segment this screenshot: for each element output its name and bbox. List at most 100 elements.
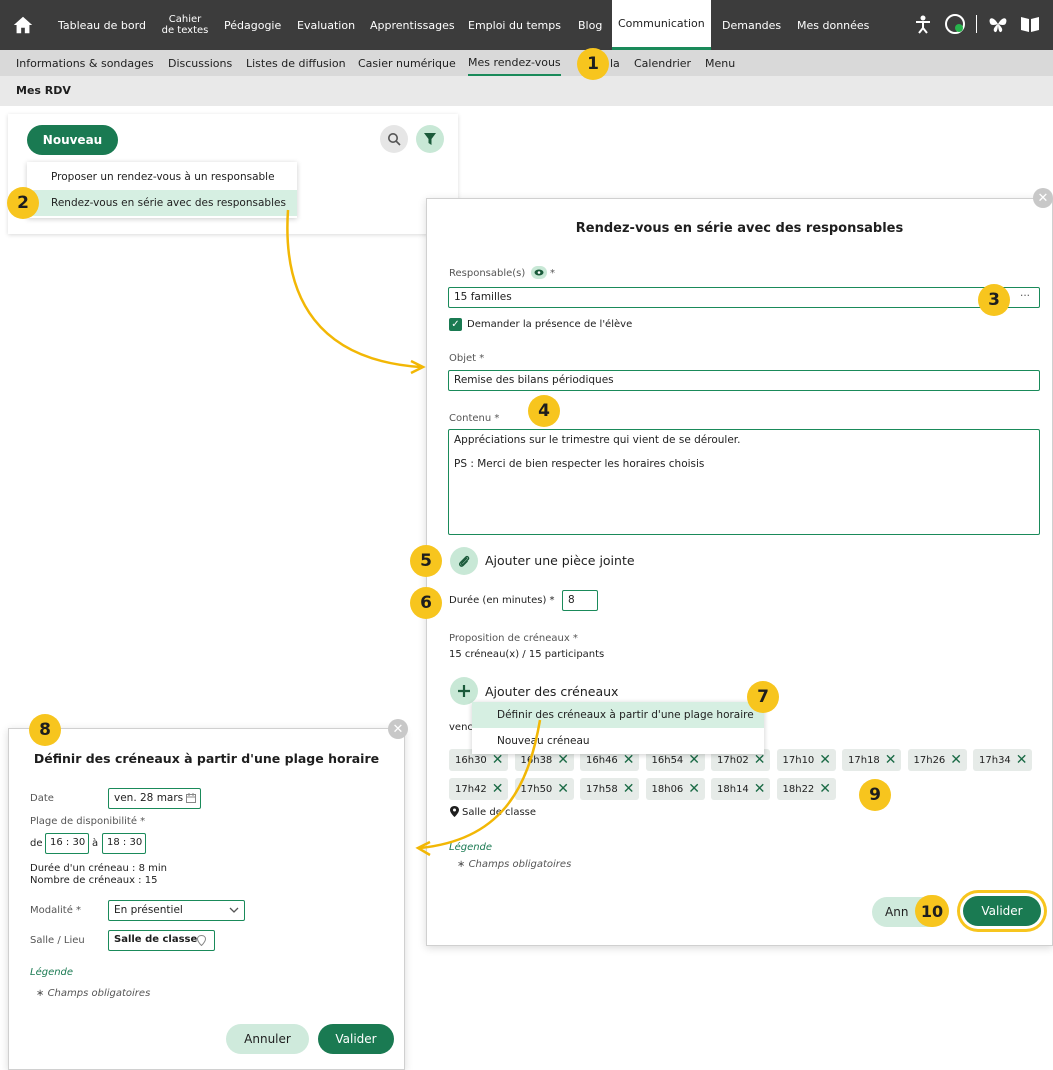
remove-slot-icon[interactable]: ✕ — [623, 782, 635, 796]
remove-slot-icon[interactable]: ✕ — [688, 753, 700, 767]
legend-text-value: Champs obligatoires — [468, 859, 572, 870]
dialog-close-icon[interactable]: ✕ — [1033, 188, 1053, 208]
remove-slot-icon[interactable]: ✕ — [557, 782, 569, 796]
nav-apprentissages[interactable]: Apprentissages — [370, 0, 455, 50]
series-appointment-dialog — [426, 198, 1053, 946]
presence-checkbox[interactable]: ✓ — [449, 318, 462, 331]
small-dialog-close-icon[interactable]: ✕ — [388, 719, 408, 739]
subnav-mes-rendez-vous[interactable]: Mes rendez-vous — [468, 50, 561, 76]
objet-field[interactable]: Remise des bilans périodiques — [448, 370, 1040, 391]
subnav-casier[interactable]: Casier numérique — [358, 50, 456, 76]
home-icon[interactable] — [12, 14, 34, 36]
filter-button[interactable] — [416, 125, 444, 153]
time-slot-chip: 17h42 ✕ — [449, 778, 508, 800]
attach-label[interactable]: Ajouter une pièce jointe — [485, 553, 635, 568]
remove-slot-icon[interactable]: ✕ — [885, 753, 897, 767]
room-text: Salle de classe — [462, 807, 537, 818]
subnav-menu[interactable]: Menu — [705, 50, 735, 76]
remove-slot-icon[interactable]: ✕ — [819, 753, 831, 767]
breadcrumb-bar: Mes RDV — [0, 76, 1053, 106]
add-slots-button[interactable] — [450, 677, 478, 705]
step-badge-7: 7 — [747, 681, 779, 713]
presence-label: Demander la présence de l'élève — [467, 319, 633, 330]
time-slot-label: 16h54 — [651, 754, 684, 766]
remove-slot-icon[interactable]: ✕ — [950, 753, 962, 767]
duree-label: Durée (en minutes) * — [449, 595, 555, 606]
subnav-agenda[interactable]: la — [610, 50, 620, 76]
status-cloud-icon[interactable] — [944, 13, 966, 35]
step-badge-6: 6 — [410, 587, 442, 619]
sub-navigation: Informations & sondages Discussions List… — [0, 50, 1053, 76]
step-badge-10: 10 — [915, 895, 949, 927]
subnav-listes[interactable]: Listes de diffusion — [246, 50, 346, 76]
location-pin-icon — [450, 806, 459, 817]
page-root: Tableau de bord Cahier de textes Pédagog… — [0, 0, 1053, 1070]
time-slot-chip: 17h10 ✕ — [776, 749, 836, 771]
responsables-field[interactable]: 15 familles — [448, 287, 1040, 308]
responsables-required-mark: * — [550, 268, 555, 279]
time-slot-label: 17h58 — [586, 783, 618, 795]
nav-communication[interactable]: Communication — [612, 0, 711, 50]
small-location-pin-icon — [197, 935, 206, 946]
remove-slot-icon[interactable]: ✕ — [492, 782, 504, 796]
slot-duration-text: Durée d'un créneau : 8 min — [30, 863, 167, 874]
responsables-more-button[interactable]: ··· — [1020, 290, 1030, 302]
eye-icon[interactable] — [531, 266, 547, 279]
nav-pedagogie[interactable]: Pédagogie — [224, 0, 281, 50]
accessibility-icon[interactable] — [912, 13, 934, 35]
add-slots-label[interactable]: Ajouter des créneaux — [485, 684, 618, 699]
contenu-textarea[interactable]: Appréciations sur le trimestre qui vient… — [448, 429, 1040, 535]
time-slot-label: 17h02 — [717, 754, 749, 766]
remove-slot-icon[interactable]: ✕ — [688, 782, 700, 796]
menu-item-series[interactable]: Rendez-vous en série avec des responsabl… — [27, 190, 297, 216]
start-hour: 16 — [50, 837, 63, 848]
attach-button[interactable] — [450, 547, 478, 575]
time-slot-label: 16h30 — [455, 754, 487, 766]
subnav-discussions[interactable]: Discussions — [168, 50, 232, 76]
duree-field[interactable]: 8 — [562, 590, 598, 611]
nav-cahier-line1: Cahier — [168, 14, 202, 25]
search-button[interactable] — [380, 125, 408, 153]
butterfly-icon[interactable] — [987, 13, 1009, 35]
a-label: à — [92, 838, 99, 849]
remove-slot-icon[interactable]: ✕ — [492, 753, 504, 767]
subnav-calendrier[interactable]: Calendrier — [634, 50, 691, 76]
salle-label: Salle / Lieu — [30, 935, 85, 946]
nav-evaluation[interactable]: Evaluation — [297, 0, 355, 50]
start-time-field[interactable]: 16 : 30 — [45, 833, 89, 854]
nav-tableau-de-bord[interactable]: Tableau de bord — [58, 0, 146, 50]
remove-slot-icon[interactable]: ✕ — [819, 782, 831, 796]
remove-slot-icon[interactable]: ✕ — [754, 753, 766, 767]
step-badge-8: 8 — [29, 714, 61, 746]
start-minute: 30 — [72, 837, 86, 848]
small-cancel-button[interactable]: Annuler — [226, 1024, 309, 1054]
filter-icon — [424, 133, 436, 145]
dialog-validate-button[interactable]: Valider — [963, 896, 1041, 926]
small-validate-button[interactable]: Valider — [318, 1024, 394, 1054]
step-badge-3: 3 — [978, 284, 1010, 316]
step-badge-2: 2 — [7, 187, 39, 219]
menu-item-new-slot[interactable]: Nouveau créneau — [472, 728, 764, 754]
nav-mes-donnees[interactable]: Mes données — [797, 0, 869, 50]
plus-icon — [458, 685, 470, 697]
menu-item-define-range[interactable]: Définir des créneaux à partir d'une plag… — [472, 702, 764, 728]
modalite-select[interactable]: En présentiel — [108, 900, 245, 921]
time-slot-chip: 18h06 ✕ — [645, 778, 705, 800]
book-icon[interactable] — [1019, 13, 1041, 35]
remove-slot-icon[interactable]: ✕ — [754, 782, 766, 796]
new-button[interactable]: Nouveau — [27, 125, 118, 155]
subnav-informations[interactable]: Informations & sondages — [16, 50, 154, 76]
menu-item-propose-single[interactable]: Proposer un rendez-vous à un responsable — [27, 164, 297, 190]
nav-blog[interactable]: Blog — [578, 0, 602, 50]
remove-slot-icon[interactable]: ✕ — [1016, 753, 1028, 767]
calendar-icon[interactable] — [186, 793, 196, 803]
nav-demandes[interactable]: Demandes — [722, 0, 781, 50]
nav-cahier-line2: de textes — [161, 25, 209, 36]
remove-slot-icon[interactable]: ✕ — [557, 753, 569, 767]
nav-emploi-du-temps[interactable]: Emploi du temps — [468, 0, 561, 50]
nav-cahier-de-textes[interactable]: Cahier de textes — [158, 0, 212, 50]
small-legend-text: ∗ Champs obligatoires — [36, 988, 151, 999]
remove-slot-icon[interactable]: ✕ — [623, 753, 635, 767]
end-time-field[interactable]: 18 : 30 — [102, 833, 146, 854]
contenu-line-2: PS : Merci de bien respecter les horaire… — [454, 458, 705, 470]
